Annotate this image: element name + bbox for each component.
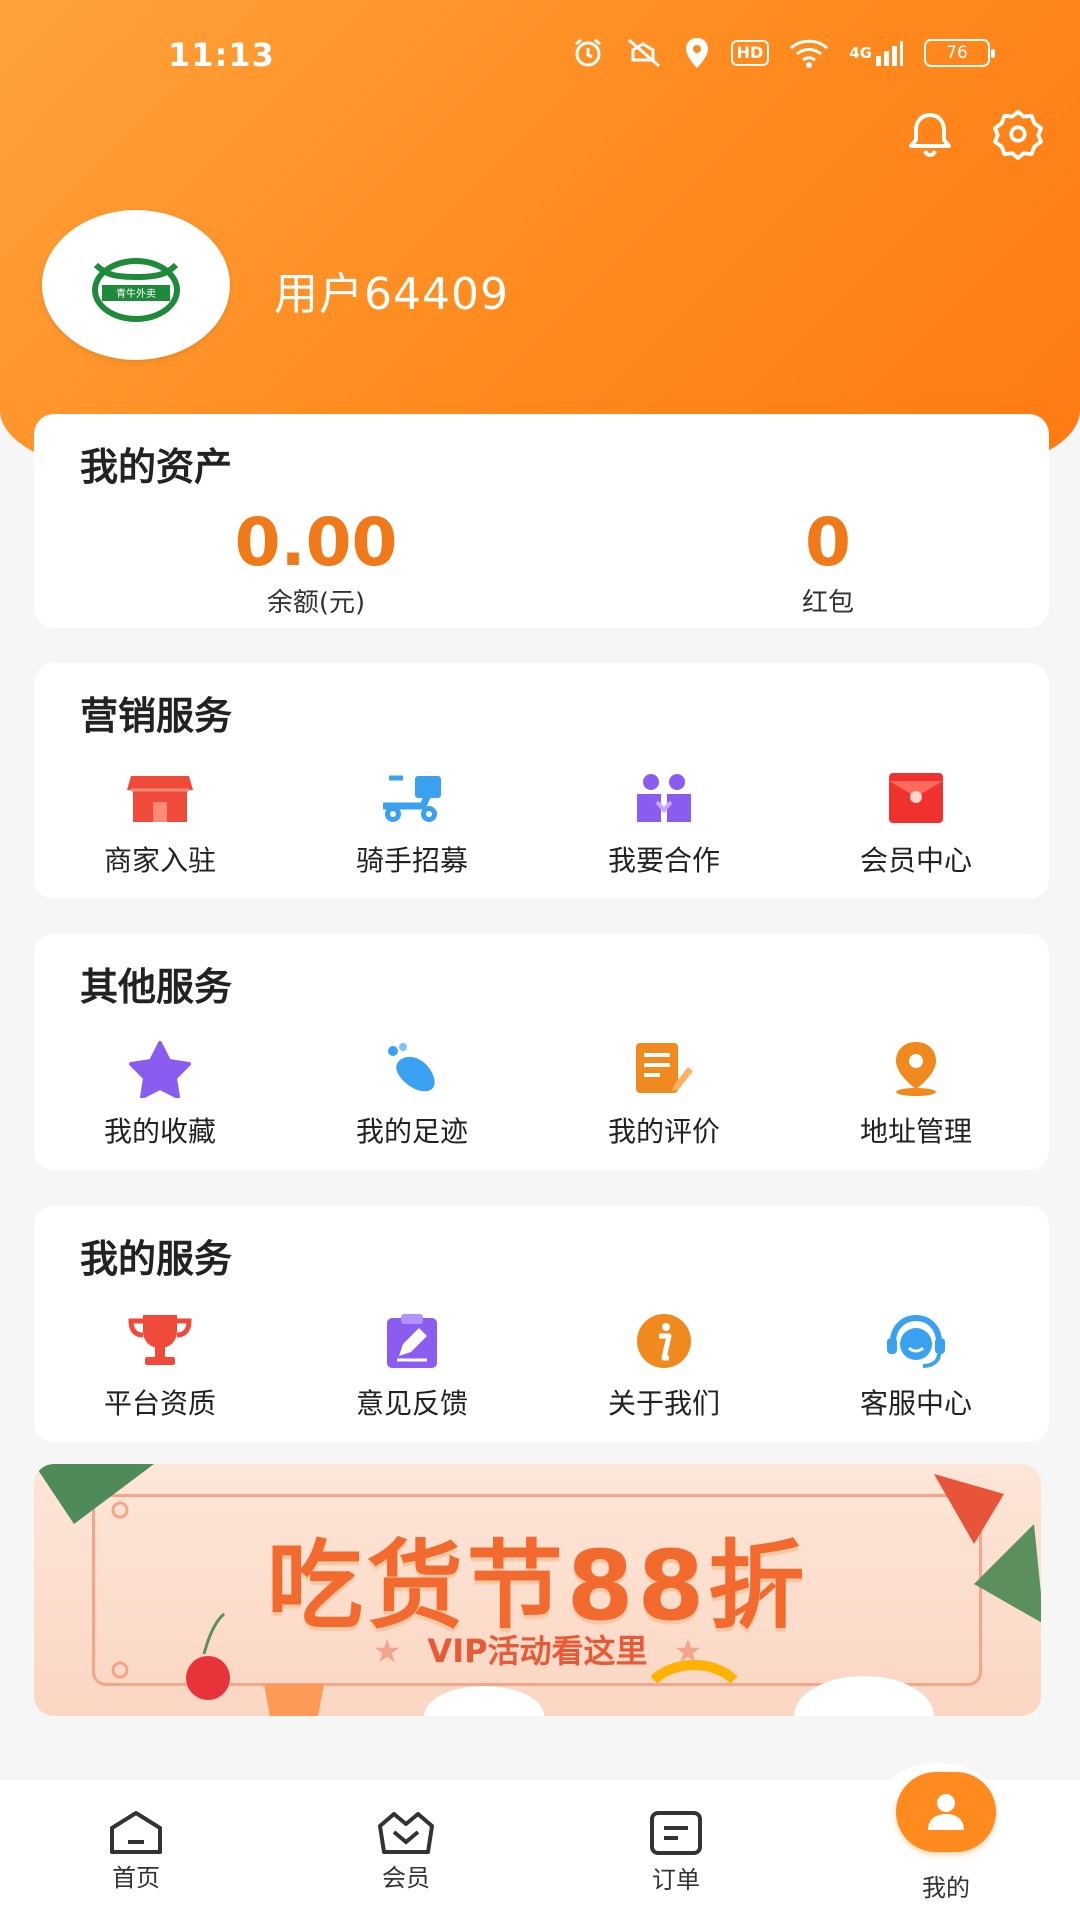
- customer-service-button[interactable]: 客服中心: [790, 1310, 1042, 1422]
- favorites-button[interactable]: 我的收藏: [34, 1038, 286, 1150]
- status-icons: HD 4G 76: [571, 36, 995, 70]
- feedback-button[interactable]: 意见反馈: [286, 1310, 538, 1422]
- settings-icon[interactable]: [992, 108, 1044, 160]
- location-pin-icon: [683, 36, 711, 70]
- feedback-icon: [378, 1310, 446, 1372]
- tab-vip[interactable]: 会员: [336, 1810, 476, 1893]
- headset-icon: [882, 1310, 950, 1372]
- redpack-value: 0: [805, 504, 851, 581]
- bell-icon[interactable]: [904, 108, 956, 160]
- home-icon: [110, 1811, 162, 1854]
- shop-icon: [126, 767, 194, 829]
- about-us-button[interactable]: 关于我们: [538, 1310, 790, 1422]
- location-icon: [882, 1038, 950, 1100]
- merchant-join-button[interactable]: 商家入驻: [34, 767, 286, 879]
- info-icon: [630, 1310, 698, 1372]
- marketing-card: 营销服务 商家入驻 骑手招募 我要合作 会员中心: [34, 663, 1049, 899]
- order-icon: [650, 1811, 702, 1855]
- balance-value: 0.00: [234, 504, 398, 581]
- member-center-button[interactable]: 会员中心: [790, 767, 1042, 879]
- alarm-icon: [571, 36, 605, 70]
- redpack[interactable]: 0 红包: [678, 506, 978, 619]
- partner-icon: [630, 767, 698, 829]
- status-time: 11:13: [168, 36, 275, 74]
- marketing-title: 营销服务: [80, 694, 233, 738]
- brand-logo: 青牛外卖: [92, 258, 180, 322]
- rider-recruit-button[interactable]: 骑手招募: [286, 767, 538, 879]
- user-icon: [928, 1794, 964, 1830]
- footprints-button[interactable]: 我的足迹: [286, 1038, 538, 1150]
- svg-text:青牛外卖: 青牛外卖: [116, 287, 156, 300]
- address-management-button[interactable]: 地址管理: [790, 1038, 1042, 1150]
- trophy-icon: [126, 1310, 194, 1372]
- assets-card: 我的资产 0.00 余额(元) 0 红包: [34, 414, 1049, 628]
- tab-home[interactable]: 首页: [66, 1810, 206, 1893]
- review-icon: [630, 1038, 698, 1100]
- other-services-card: 其他服务 我的收藏 我的足迹 我的评价 地址管理: [34, 934, 1049, 1170]
- hd-icon: HD: [730, 36, 770, 70]
- top-actions: [904, 108, 1044, 160]
- my-services-card: 我的服务 平台资质 意见反馈 关于我们 客服中心: [34, 1206, 1049, 1442]
- username: 用户64409: [274, 269, 509, 320]
- balance[interactable]: 0.00 余额(元): [166, 506, 466, 619]
- redpack-label: 红包: [801, 588, 854, 618]
- reviews-button[interactable]: 我的评价: [538, 1038, 790, 1150]
- status-bar: 11:13 HD 4G 76: [0, 0, 1080, 110]
- avatar[interactable]: 青牛外卖: [42, 210, 230, 360]
- platform-qualification-button[interactable]: 平台资质: [34, 1310, 286, 1422]
- battery-icon: 76: [924, 36, 995, 70]
- my-services-title: 我的服务: [80, 1237, 233, 1281]
- star-icon: [126, 1038, 194, 1100]
- mute-icon: [625, 36, 663, 70]
- balance-label: 余额(元): [266, 588, 366, 618]
- mine-circle: [896, 1772, 996, 1852]
- wifi-icon: [789, 36, 829, 70]
- banner-subtitle: ★ VIP活动看这里 ★: [372, 1632, 703, 1670]
- red-envelope-icon: [882, 767, 950, 829]
- tab-order[interactable]: 订单: [606, 1810, 746, 1895]
- other-services-title: 其他服务: [80, 965, 233, 1009]
- promo-banner[interactable]: 吃货节88折 ★ VIP活动看这里 ★: [34, 1464, 1041, 1716]
- footprint-icon: [378, 1038, 446, 1100]
- tab-mine[interactable]: 我的: [876, 1772, 1016, 1903]
- cooperation-button[interactable]: 我要合作: [538, 767, 790, 879]
- crown-icon: [378, 1812, 434, 1854]
- signal-icon: 4G: [849, 36, 904, 70]
- scooter-icon: [378, 767, 446, 829]
- assets-title: 我的资产: [80, 445, 233, 489]
